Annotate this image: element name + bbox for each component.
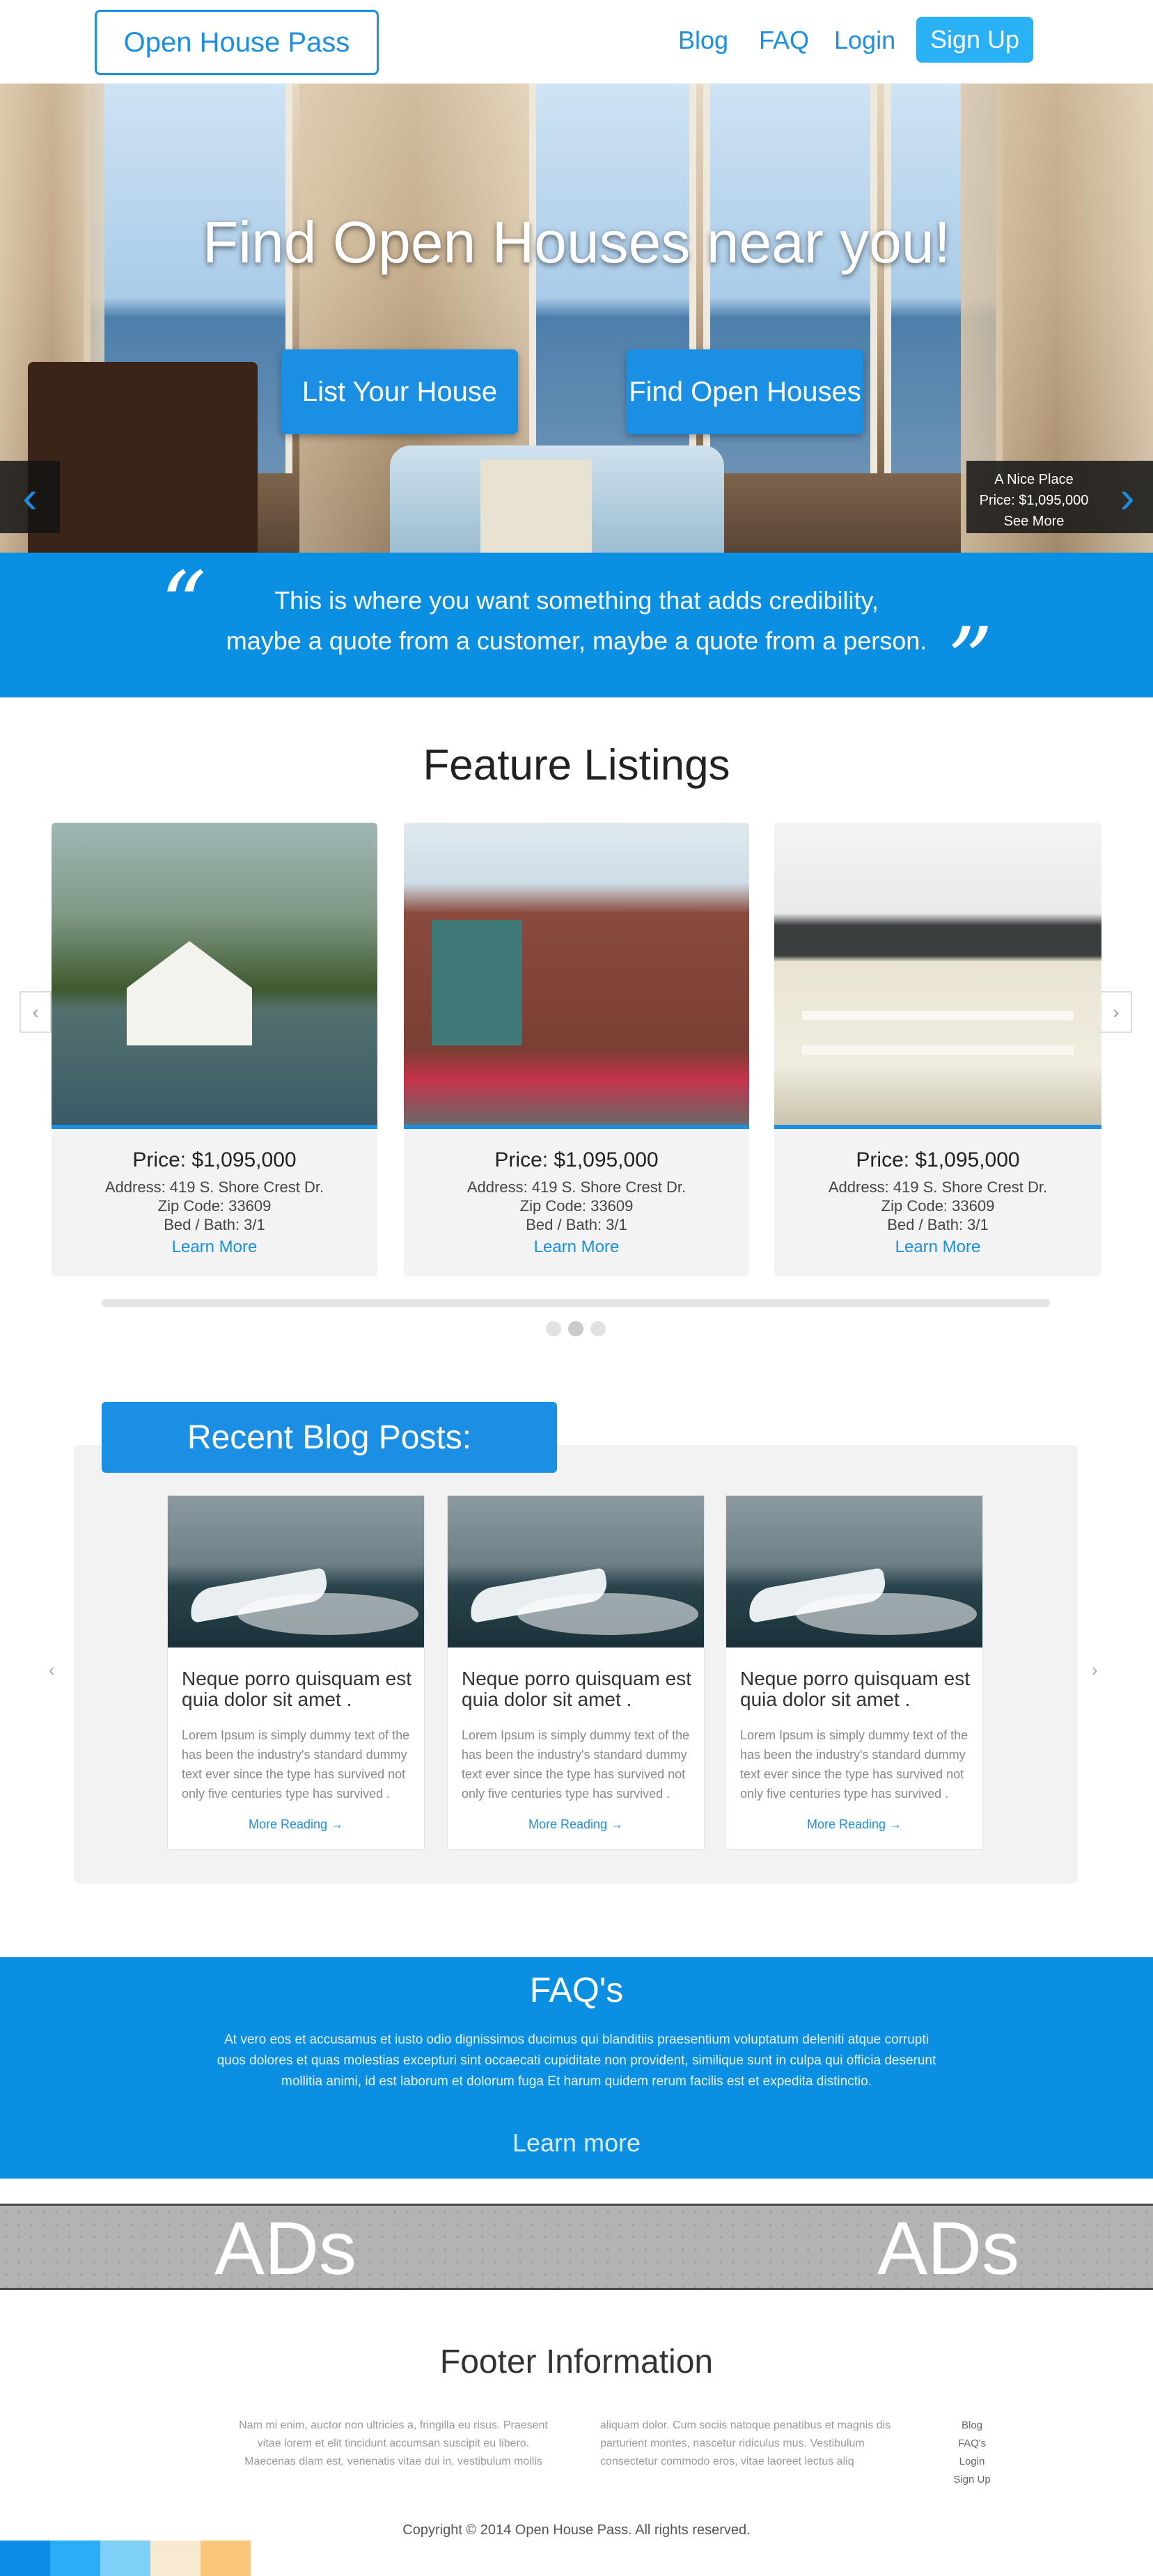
- hero-next-arrow-icon[interactable]: ›: [1101, 461, 1153, 533]
- faq-learn-more-link[interactable]: Learn more: [0, 2128, 1153, 2158]
- fence-rail: [802, 1011, 1074, 1020]
- tooltip-see-more[interactable]: See More: [966, 511, 1101, 532]
- listings-prev-arrow-icon[interactable]: ‹: [19, 991, 52, 1033]
- blog-prev-arrow-icon[interactable]: ‹: [49, 1659, 55, 1681]
- hero-chair: [28, 362, 258, 553]
- blog-post-card[interactable]: Neque porro quisquam est quia dolor sit …: [447, 1495, 705, 1850]
- blog-post-excerpt: Lorem Ipsum is simply dummy text of the …: [182, 1728, 410, 1801]
- faq-band: FAQ's At vero eos et accusamus et iusto …: [0, 1957, 1153, 2179]
- color-swatch: [50, 2541, 100, 2576]
- faq-text: At vero eos et accusamus et iusto odio d…: [217, 2032, 936, 2089]
- listing-photo: [404, 823, 749, 1129]
- list-your-house-button[interactable]: List Your House: [281, 349, 518, 434]
- listings-scrollbar[interactable]: [102, 1299, 1050, 1307]
- blog-post-title[interactable]: Neque porro quisquam est quia dolor sit …: [182, 1668, 411, 1710]
- hero-banner: Find Open Houses near you! List Your Hou…: [0, 84, 1153, 553]
- close-quote-icon: ”: [947, 608, 994, 713]
- listings-next-arrow-icon[interactable]: ›: [1100, 991, 1132, 1033]
- testimonial-band: “ This is where you want something that …: [0, 553, 1153, 706]
- blog-post-title[interactable]: Neque porro quisquam est quia dolor sit …: [462, 1668, 691, 1710]
- hero-throw: [480, 459, 592, 553]
- listing-bed-bath: Bed / Bath: 3/1: [526, 1216, 627, 1233]
- spray-shape: [237, 1593, 418, 1635]
- tooltip-price: Price: $1,095,000: [979, 493, 1089, 508]
- listing-address: Address: 419 S. Shore Crest Dr.: [104, 1178, 324, 1196]
- color-swatch: [0, 2541, 50, 2576]
- building-facade: [432, 920, 522, 1045]
- copyright-text: Copyright © 2014 Open House Pass. All ri…: [402, 2522, 751, 2538]
- listing-zip: Zip Code: 33609: [519, 1197, 634, 1215]
- blog-post-image: [168, 1496, 424, 1647]
- feature-listings-title: Feature Listings: [423, 741, 730, 789]
- blog-post-excerpt: Lorem Ipsum is simply dummy text of the …: [740, 1728, 968, 1801]
- more-reading-link[interactable]: More Reading →: [168, 1817, 424, 1832]
- footer-link-login[interactable]: Login: [950, 2453, 994, 2471]
- listing-address: Address: 419 S. Shore Crest Dr.: [466, 1178, 687, 1196]
- hero-prev-arrow-icon[interactable]: ‹: [0, 461, 60, 533]
- spray-shape: [796, 1593, 977, 1635]
- nav-faq[interactable]: FAQ: [759, 19, 809, 61]
- find-open-houses-button[interactable]: Find Open Houses: [627, 349, 863, 434]
- listing-price: Price: $1,095,000: [856, 1148, 1020, 1171]
- blog-post-card[interactable]: Neque porro quisquam est quia dolor sit …: [167, 1495, 425, 1850]
- listing-card[interactable]: Price: $1,095,000 Address: 419 S. Shore …: [404, 823, 749, 1277]
- listing-address: Address: 419 S. Shore Crest Dr.: [828, 1178, 1048, 1196]
- signup-button[interactable]: Sign Up: [916, 17, 1033, 63]
- footer-title: Footer Information: [439, 2344, 714, 2380]
- listing-card[interactable]: Price: $1,095,000 Address: 419 S. Shore …: [774, 823, 1101, 1277]
- listing-bed-bath: Bed / Bath: 3/1: [887, 1216, 989, 1233]
- learn-more-link[interactable]: Learn More: [774, 1238, 1101, 1257]
- blog-next-arrow-icon[interactable]: ›: [1092, 1659, 1098, 1681]
- blog-post-title[interactable]: Neque porro quisquam est quia dolor sit …: [740, 1668, 970, 1710]
- learn-more-link[interactable]: Learn More: [52, 1238, 377, 1257]
- site-header: Open House Pass Blog FAQ Login Sign Up: [0, 0, 1153, 84]
- color-swatch: [150, 2541, 201, 2576]
- footer-text-col: aliquam dolor. Cum sociis natoque penati…: [600, 2419, 891, 2467]
- color-swatch: [100, 2541, 150, 2576]
- spray-shape: [517, 1593, 698, 1635]
- footer-link-signup[interactable]: Sign Up: [950, 2471, 994, 2489]
- learn-more-link[interactable]: Learn More: [404, 1238, 749, 1257]
- color-swatch: [201, 2541, 251, 2576]
- fence-rail: [802, 1045, 1074, 1055]
- footer-link-faq[interactable]: FAQ's: [950, 2435, 994, 2453]
- listing-photo: [774, 823, 1101, 1129]
- carousel-dot[interactable]: [590, 1321, 606, 1336]
- blog-post-image: [726, 1496, 982, 1647]
- nav-blog[interactable]: Blog: [678, 19, 728, 61]
- listing-details: Address: 419 S. Shore Crest Dr. Zip Code…: [774, 1178, 1101, 1234]
- ad-label[interactable]: ADs: [877, 2211, 1019, 2286]
- tooltip-name: A Nice Place: [994, 472, 1074, 487]
- listing-card[interactable]: Price: $1,095,000 Address: 419 S. Shore …: [52, 823, 377, 1277]
- nav-login[interactable]: Login: [834, 19, 895, 61]
- listing-bed-bath: Bed / Bath: 3/1: [164, 1216, 265, 1233]
- site-logo[interactable]: Open House Pass: [95, 10, 379, 75]
- hero-title: Find Open Houses near you!: [203, 210, 950, 275]
- ad-label[interactable]: ADs: [214, 2211, 356, 2286]
- blog-post-image: [448, 1496, 704, 1647]
- blog-post-excerpt: Lorem Ipsum is simply dummy text of the …: [462, 1728, 690, 1801]
- listing-details: Address: 419 S. Shore Crest Dr. Zip Code…: [52, 1178, 377, 1234]
- carousel-dot[interactable]: [546, 1321, 561, 1336]
- carousel-dot-active[interactable]: [568, 1321, 583, 1336]
- more-reading-link[interactable]: More Reading →: [726, 1817, 982, 1832]
- listing-zip: Zip Code: 33609: [881, 1197, 995, 1215]
- listing-zip: Zip Code: 33609: [157, 1197, 272, 1215]
- footer-links: Blog FAQ's Login Sign Up: [950, 2417, 994, 2489]
- faq-title: FAQ's: [529, 1970, 624, 2009]
- listing-price: Price: $1,095,000: [494, 1148, 659, 1171]
- listing-details: Address: 419 S. Shore Crest Dr. Zip Code…: [404, 1178, 749, 1234]
- boathouse-shape: [127, 941, 252, 1045]
- more-reading-link[interactable]: More Reading →: [448, 1817, 704, 1832]
- listing-price: Price: $1,095,000: [132, 1148, 297, 1171]
- footer-link-blog[interactable]: Blog: [950, 2417, 994, 2435]
- footer-text-col: Nam mi enim, auctor non ultricies a, fri…: [239, 2419, 548, 2467]
- listing-photo: [52, 823, 377, 1129]
- blog-section-title: Recent Blog Posts:: [102, 1402, 557, 1473]
- hero-listing-tooltip[interactable]: A Nice Place Price: $1,095,000 See More: [966, 461, 1101, 533]
- blog-post-card[interactable]: Neque porro quisquam est quia dolor sit …: [725, 1495, 983, 1850]
